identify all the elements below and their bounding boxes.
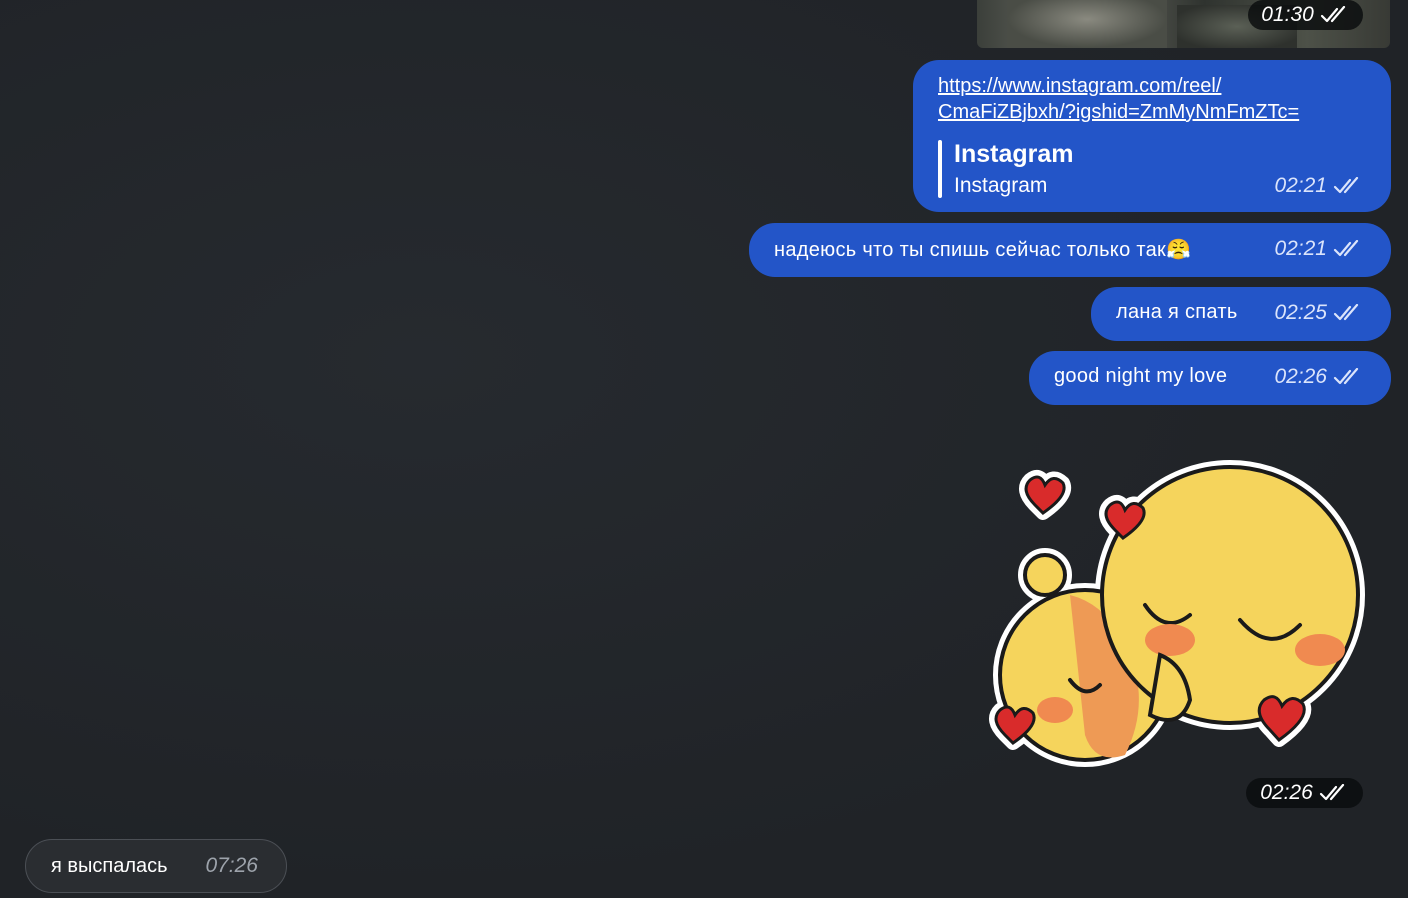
- double-check-icon: [1333, 240, 1359, 257]
- photo-content: [1007, 0, 1167, 48]
- incoming-message[interactable]: я выспалась 07:26: [25, 839, 287, 893]
- message-time: 07:26: [205, 854, 258, 877]
- link-message[interactable]: https://www.instagram.com/reel/ CmaFiZBj…: [913, 60, 1391, 212]
- link-preview-title[interactable]: Instagram: [954, 140, 1073, 169]
- message-time: 02:21: [1274, 237, 1327, 260]
- double-check-icon: [1333, 368, 1359, 385]
- double-check-icon: [1333, 177, 1359, 194]
- link-preview-description: Instagram: [954, 174, 1048, 197]
- double-check-icon: [1320, 6, 1345, 23]
- message-text: я выспалась: [51, 855, 168, 877]
- photo-time-pill: 01:30: [1248, 0, 1363, 30]
- chat-area: 01:30 https://www.instagram.com/reel/ Cm…: [0, 0, 1408, 898]
- message-text: лана я спать: [1116, 301, 1238, 323]
- message-meta: 02:21: [1274, 237, 1363, 261]
- message-time: 02:21: [1274, 174, 1327, 197]
- message-text: good night my love: [1054, 365, 1228, 387]
- outgoing-message[interactable]: лана я спать 02:25: [1091, 287, 1391, 341]
- link-url[interactable]: https://www.instagram.com/reel/ CmaFiZBj…: [938, 73, 1299, 125]
- outgoing-message[interactable]: good night my love 02:26: [1029, 351, 1391, 405]
- message-meta: 02:21: [1274, 174, 1363, 198]
- message-meta: 02:26: [1274, 365, 1363, 389]
- message-meta: 02:25: [1274, 301, 1363, 325]
- outgoing-message[interactable]: надеюсь что ты спишь сейчас только так😤 …: [749, 223, 1391, 277]
- message-time: 01:30: [1261, 3, 1314, 26]
- hugging-emoji-sticker[interactable]: [975, 455, 1395, 785]
- sticker-time-pill: 02:26: [1246, 778, 1363, 808]
- message-time: 02:25: [1274, 301, 1327, 324]
- link-preview-bar: [938, 140, 942, 198]
- message-time: 02:26: [1274, 365, 1327, 388]
- double-check-icon: [1319, 784, 1344, 801]
- double-check-icon: [1333, 304, 1359, 321]
- huffing-face-emoji: 😤: [1166, 239, 1192, 261]
- message-time: 02:26: [1260, 781, 1313, 804]
- message-text: надеюсь что ты спишь сейчас только так😤: [774, 239, 1192, 261]
